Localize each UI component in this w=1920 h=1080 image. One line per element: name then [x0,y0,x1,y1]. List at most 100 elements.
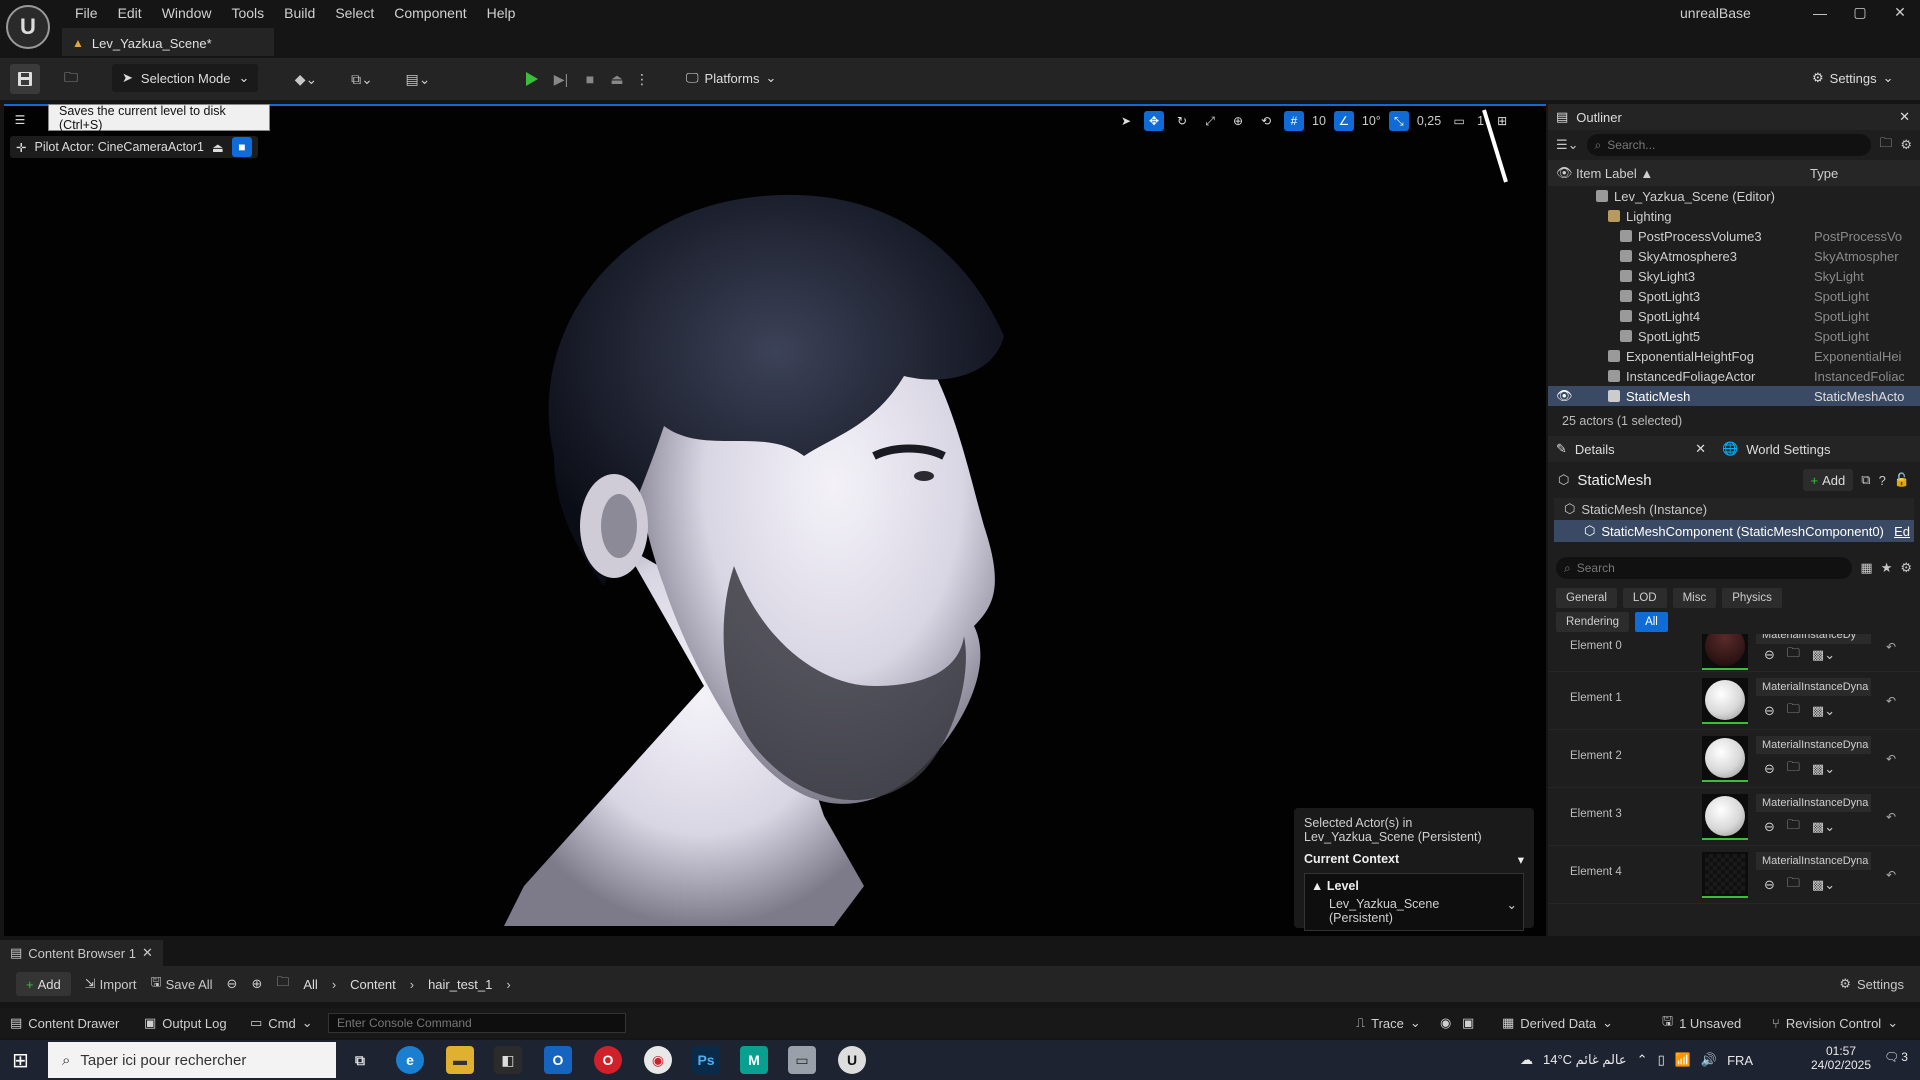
material-options-icon[interactable]: ▩⌄ [1812,877,1835,893]
stop-button[interactable]: ■ [578,64,602,94]
menu-edit[interactable]: Edit [109,3,151,23]
volume-icon[interactable]: 🔊 [1701,1052,1717,1068]
surface-snap-icon[interactable]: ⟲ [1256,111,1276,131]
use-selected-icon[interactable]: ⊖ [1764,703,1775,719]
edit-component-link[interactable]: Ed [1894,524,1910,539]
col-type[interactable]: Type [1810,166,1838,181]
content-drawer-button[interactable]: ▤ Content Drawer [10,1008,119,1038]
material-thumbnail[interactable] [1702,736,1748,782]
outliner-tab[interactable]: ▤ Outliner ✕ [1548,104,1920,130]
cb-add-button[interactable]: + Add [16,972,71,996]
material-thumbnail[interactable] [1702,634,1748,670]
tree-row-foliage[interactable]: InstancedFoliageActor InstancedFoliac [1548,366,1920,386]
material-thumbnail[interactable] [1702,678,1748,724]
chip-physics[interactable]: Physics [1722,588,1782,608]
selection-mode-dropdown[interactable]: ➤ Selection Mode ⌄ [112,64,258,92]
taskbar-search-input[interactable]: ⌕ Taper ici pour rechercher [48,1042,336,1078]
reset-icon[interactable]: ↶ [1886,868,1896,882]
col-item-label[interactable]: Item Label ▲ [1576,166,1653,181]
star-icon[interactable]: ★ [1881,560,1893,576]
reset-icon[interactable]: ↶ [1886,640,1896,654]
world-settings-tab[interactable]: 🌐 World Settings [1714,436,1830,462]
language-indicator[interactable]: FRA [1727,1053,1753,1068]
add-component-button[interactable]: + Add [1802,469,1854,491]
cinematics-button[interactable]: ▤⌄ [398,64,438,94]
material-name[interactable]: MaterialInstanceDyna [1756,678,1871,696]
use-selected-icon[interactable]: ⊖ [1764,819,1775,835]
record-icon[interactable]: ◉ [1440,1008,1451,1038]
screenshot-icon[interactable]: ▣ [1462,1008,1474,1038]
viewport-layout-icon[interactable]: ⊞ [1492,111,1512,131]
eject-pilot-button[interactable]: ⏏ [212,140,224,155]
windows-start-icon[interactable]: ⊞ [12,1048,29,1073]
unreal-taskbar-icon[interactable]: U [838,1046,866,1074]
add-content-button[interactable]: ◆⌄ [286,64,326,94]
maya-icon[interactable]: M [740,1046,768,1074]
details-settings-icon[interactable]: ⚙ [1900,560,1912,576]
use-selected-icon[interactable]: ⊖ [1764,647,1775,663]
close-window-button[interactable]: ✕ [1880,4,1920,21]
translate-tool-icon[interactable]: ✥ [1144,111,1164,131]
instance-row[interactable]: ⬡ StaticMesh (Instance) [1554,498,1914,520]
unreal-logo-icon[interactable]: U [6,5,50,49]
material-name[interactable]: MaterialInstanceDyna [1756,794,1871,812]
menu-help[interactable]: Help [478,3,525,23]
outliner-settings-icon[interactable]: ⚙ [1900,137,1912,153]
battery-icon[interactable]: ▯ [1658,1052,1665,1068]
chip-rendering[interactable]: Rendering [1556,612,1630,632]
rotate-tool-icon[interactable]: ↻ [1172,111,1192,131]
tree-row-spotlight3[interactable]: SpotLight3 SpotLight [1548,286,1920,306]
browse-icon[interactable]: 🗀 [1787,816,1800,838]
world-space-icon[interactable]: ⊕ [1228,111,1248,131]
chip-misc[interactable]: Misc [1672,588,1717,608]
network-icon[interactable]: 📶 [1675,1052,1691,1068]
revision-control-dropdown[interactable]: ⑂ Revision Control ⌄ [1772,1008,1898,1038]
reset-icon[interactable]: ↶ [1886,694,1896,708]
app-icon[interactable]: ▭ [788,1046,816,1074]
outliner-search-input[interactable]: ⌕ Search... [1586,134,1872,156]
tree-row-skylight[interactable]: SkyLight3 SkyLight [1548,266,1920,286]
taskbar-clock[interactable]: 01:57 24/02/2025 [1806,1044,1876,1072]
close-tab-icon[interactable]: ✕ [142,945,153,961]
tree-row-postprocess[interactable]: PostProcessVolume3 PostProcessVo [1548,226,1920,246]
browse-icon[interactable]: 🗀 [1787,644,1800,666]
back-icon[interactable]: ⊖ [227,976,238,992]
menu-file[interactable]: File [66,3,107,23]
material-name[interactable]: MaterialInstanceDy [1756,634,1871,644]
eject-button[interactable]: ⏏ [604,64,630,94]
chip-general[interactable]: General [1556,588,1617,608]
menu-window[interactable]: Window [153,3,221,23]
photoshop-icon[interactable]: Ps [692,1046,720,1074]
rotation-snap-icon[interactable]: ∠ [1333,111,1354,131]
task-view-icon[interactable]: ⧉ [346,1046,374,1074]
advance-frame-button[interactable]: ▶| [548,64,574,94]
tree-row-lighting[interactable]: Lighting [1548,206,1920,226]
tree-row-spotlight4[interactable]: SpotLight4 SpotLight [1548,306,1920,326]
blueprints-button[interactable]: ⧉⌄ [342,64,382,94]
visibility-icon[interactable]: 👁 [1556,388,1573,404]
forward-icon[interactable]: ⊕ [251,976,262,992]
menu-component[interactable]: Component [385,3,475,23]
browse-level-button[interactable]: 🗀 [56,64,86,94]
save-level-button[interactable] [10,64,40,94]
component-row[interactable]: ⬡ StaticMeshComponent (StaticMeshComponen… [1554,520,1914,542]
viewport-menu-button[interactable]: ☰ [10,110,30,130]
camera-speed-icon[interactable]: ▭ [1449,111,1469,131]
material-name[interactable]: MaterialInstanceDyna [1756,736,1871,754]
tree-row-fog[interactable]: ExponentialHeightFog ExponentialHei [1548,346,1920,366]
console-input[interactable]: Enter Console Command [328,1013,626,1033]
platforms-dropdown[interactable]: 🖵 Platforms ⌄ [686,64,776,92]
filter-icon[interactable]: ☰⌄ [1556,137,1579,153]
menu-build[interactable]: Build [275,3,324,23]
level-tab[interactable]: ▲ Lev_Yazkua_Scene* [62,28,274,56]
material-options-icon[interactable]: ▩⌄ [1812,703,1835,719]
use-selected-icon[interactable]: ⊖ [1764,877,1775,893]
help-icon[interactable]: ? [1879,473,1886,488]
file-explorer-icon[interactable]: ▬ [446,1046,474,1074]
minimize-button[interactable]: — [1800,5,1840,21]
camera-speed-value[interactable]: 1 [1477,114,1484,128]
cmd-dropdown[interactable]: ▭ Cmd ⌄ [250,1008,313,1038]
derived-data-dropdown[interactable]: ▦ Derived Data ⌄ [1502,1008,1613,1038]
chip-all[interactable]: All [1635,612,1668,632]
scale-tool-icon[interactable]: ⤢ [1200,111,1220,131]
